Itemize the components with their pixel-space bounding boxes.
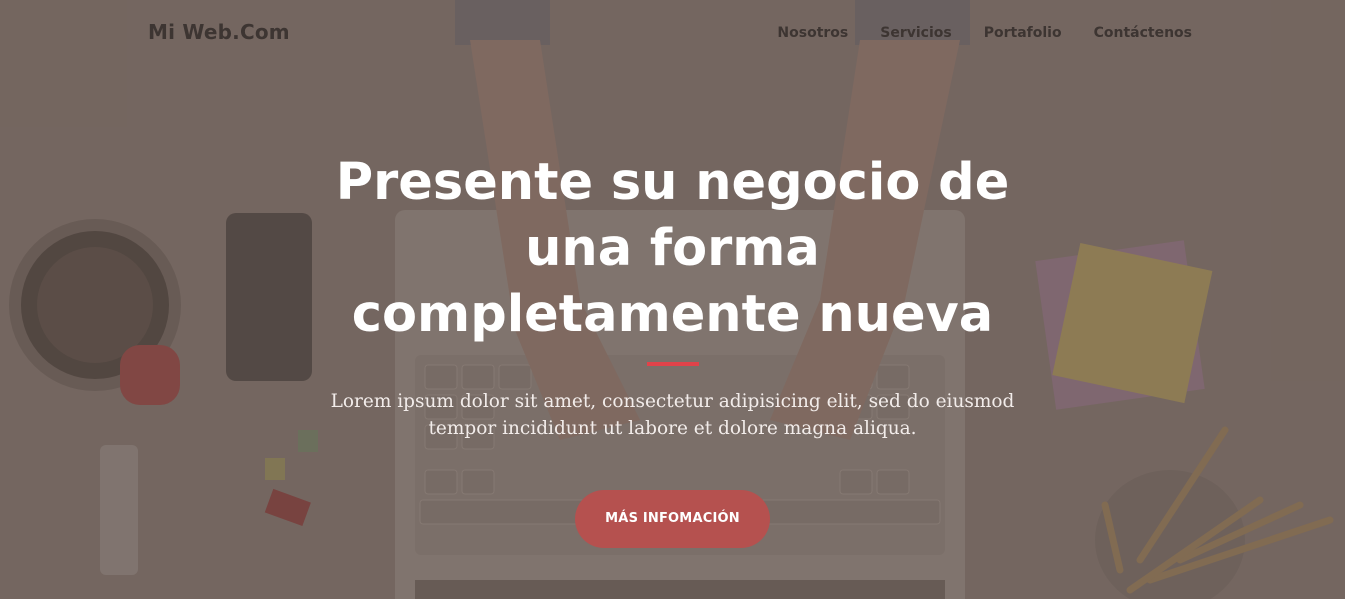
accent-divider	[646, 362, 699, 366]
nav-link-contactenos[interactable]: Contáctenos	[1094, 25, 1192, 41]
nav-item-servicios: Servicios	[880, 24, 951, 42]
nav-item-nosotros: Nosotros	[777, 24, 848, 42]
headline-line-3: completamente nueva	[351, 285, 994, 344]
hero-content: Presente su negocio de una forma complet…	[0, 150, 1345, 548]
brand-logo[interactable]: Mi Web.Com	[148, 20, 290, 44]
headline-line-2: una forma	[525, 219, 820, 278]
nav-link-nosotros[interactable]: Nosotros	[777, 25, 848, 41]
nav-link-portafolio[interactable]: Portafolio	[984, 25, 1062, 41]
nav-item-contactenos: Contáctenos	[1094, 24, 1192, 42]
hero-lead-text: Lorem ipsum dolor sit amet, consectetur …	[323, 388, 1023, 442]
nav-links: Nosotros Servicios Portafolio Contácteno…	[777, 24, 1192, 42]
nav-link-servicios[interactable]: Servicios	[880, 25, 951, 41]
top-navbar: Mi Web.Com Nosotros Servicios Portafolio…	[0, 0, 1345, 66]
lead-line-2: tempor incididunt ut labore et dolore ma…	[428, 418, 917, 439]
lead-line-1: Lorem ipsum dolor sit amet, consectetur …	[330, 391, 1015, 412]
hero-headline: Presente su negocio de una forma complet…	[323, 150, 1023, 348]
headline-line-1: Presente su negocio de	[335, 153, 1010, 212]
nav-item-portafolio: Portafolio	[984, 24, 1062, 42]
hero-section: Mi Web.Com Nosotros Servicios Portafolio…	[0, 0, 1345, 599]
more-info-button[interactable]: MÁS INFOMACIÓN	[575, 490, 770, 548]
